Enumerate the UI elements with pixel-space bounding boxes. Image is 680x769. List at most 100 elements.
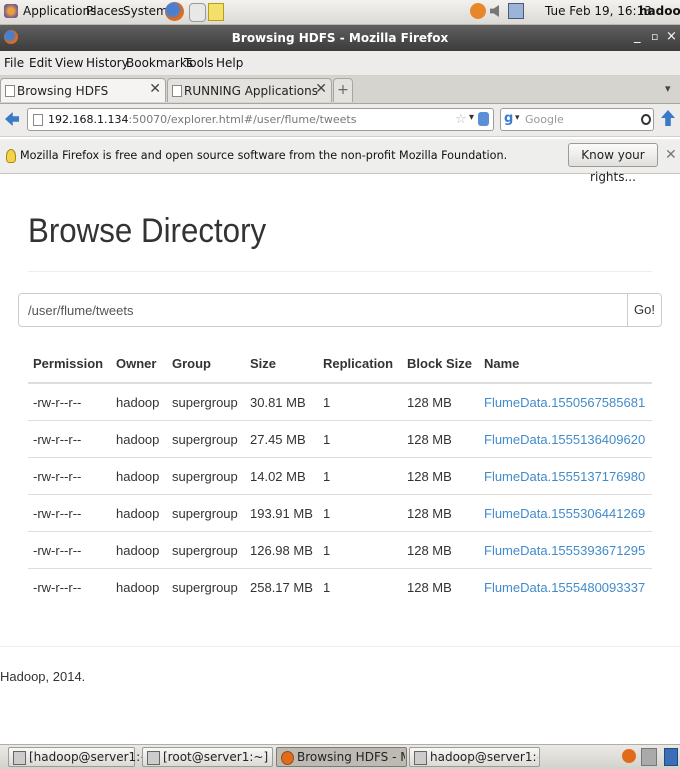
notes-launcher-icon[interactable] <box>208 3 224 21</box>
permission-cell: -rw-r--r-- <box>28 420 111 458</box>
size-cell: 258.17 MB <box>245 568 318 605</box>
replication-cell: 1 <box>318 494 402 532</box>
new-tab-button[interactable]: + <box>333 78 353 102</box>
group-cell: supergroup <box>167 494 245 532</box>
task-label: [root@server1:~] <box>163 750 269 764</box>
directory-listing-table: Permission Owner Group Size Replication … <box>28 345 652 605</box>
firefox-launcher-icon[interactable] <box>165 2 184 21</box>
search-bar[interactable]: g ▾ Google <box>500 108 654 131</box>
top-panel: Applications Places System Tue Feb 19, 1… <box>0 0 680 25</box>
menubar: File Edit View History Bookmarks Tools H… <box>0 51 680 76</box>
taskbar-terminal-root[interactable]: [root@server1:~] <box>142 747 273 767</box>
permission-cell: -rw-r--r-- <box>28 494 111 532</box>
column-size[interactable]: Size <box>245 345 318 384</box>
file-name-link[interactable]: FlumeData.1555480093337 <box>479 568 652 605</box>
table-header-row: Permission Owner Group Size Replication … <box>28 345 652 384</box>
file-name-link[interactable]: FlumeData.1555136409620 <box>479 420 652 458</box>
engine-dropdown-icon[interactable]: ▾ <box>515 113 520 123</box>
file-name-link[interactable]: FlumeData.1555137176980 <box>479 457 652 495</box>
taskbar-terminal-desktop[interactable]: hadoop@server1:~/De... <box>409 747 540 767</box>
workspace-firefox-icon[interactable] <box>622 749 636 763</box>
menu-view[interactable]: View <box>55 56 83 70</box>
column-name[interactable]: Name <box>479 345 652 384</box>
table-row: -rw-r--r-- hadoop supergroup 30.81 MB 1 … <box>28 382 652 421</box>
minimize-icon[interactable]: _ <box>634 29 641 44</box>
size-cell: 27.45 MB <box>245 420 318 458</box>
permission-cell: -rw-r--r-- <box>28 382 111 421</box>
reload-icon[interactable] <box>478 112 489 126</box>
file-name-link[interactable]: FlumeData.1550567585681 <box>479 382 652 421</box>
menu-history[interactable]: History <box>86 56 129 70</box>
file-name-link[interactable]: FlumeData.1555306441269 <box>479 494 652 532</box>
search-icon[interactable] <box>641 114 651 125</box>
mail-launcher-icon[interactable] <box>189 3 206 22</box>
close-notification-icon[interactable]: ✕ <box>665 147 677 163</box>
owner-cell: hadoop <box>111 531 167 569</box>
url-path: :50070/explorer.html#/user/flume/tweets <box>128 113 357 126</box>
replication-cell: 1 <box>318 457 402 495</box>
home-icon[interactable] <box>661 110 675 126</box>
applications-icon <box>4 4 18 18</box>
trash-icon[interactable] <box>664 748 678 766</box>
close-window-icon[interactable]: × <box>666 29 677 44</box>
info-lightbulb-icon <box>6 149 16 163</box>
go-button[interactable]: Go! <box>627 293 662 327</box>
column-permission[interactable]: Permission <box>28 345 111 384</box>
url-dropdown-icon[interactable]: ▾ <box>469 112 474 123</box>
network-icon[interactable] <box>508 3 524 19</box>
menu-file[interactable]: File <box>4 56 24 70</box>
divider <box>28 271 652 272</box>
menu-help[interactable]: Help <box>216 56 243 70</box>
table-row: -rw-r--r-- hadoop supergroup 258.17 MB 1… <box>28 568 652 605</box>
workspace-switcher-icon[interactable] <box>641 748 657 766</box>
group-cell: supergroup <box>167 531 245 569</box>
table-row: -rw-r--r-- hadoop supergroup 126.98 MB 1… <box>28 531 652 569</box>
column-group[interactable]: Group <box>167 345 245 384</box>
column-replication[interactable]: Replication <box>318 345 402 384</box>
back-icon[interactable] <box>5 112 19 126</box>
page-icon <box>5 85 15 97</box>
bookmark-star-icon[interactable]: ☆ <box>455 112 467 127</box>
tab-list-chevron-icon[interactable]: ▾ <box>665 82 671 95</box>
column-block-size[interactable]: Block Size <box>402 345 479 384</box>
group-cell: supergroup <box>167 457 245 495</box>
notification-bar: Mozilla Firefox is free and open source … <box>0 139 680 184</box>
directory-path-input[interactable] <box>18 293 628 327</box>
google-engine-icon[interactable]: g <box>504 111 513 126</box>
know-your-rights-button[interactable]: Know your rights... <box>568 143 658 184</box>
menu-system[interactable]: System <box>123 4 168 18</box>
block-size-cell: 128 MB <box>402 568 479 605</box>
size-cell: 193.91 MB <box>245 494 318 532</box>
menu-edit[interactable]: Edit <box>29 56 52 70</box>
update-notifier-icon[interactable] <box>470 3 486 19</box>
tab-running-applications[interactable]: RUNNING Applications ✕ <box>167 78 332 102</box>
navigation-bar: 192.168.1.134:50070/explorer.html#/user/… <box>0 104 680 137</box>
taskbar-terminal-hadoop[interactable]: [hadoop@server1:~] <box>8 747 155 767</box>
site-identity-icon[interactable] <box>33 114 43 126</box>
menu-bookmarks[interactable]: Bookmarks <box>126 56 193 70</box>
terminal-icon <box>147 751 160 765</box>
menu-tools[interactable]: Tools <box>184 56 214 70</box>
taskbar-firefox[interactable]: Browsing HDFS - Mozil... <box>276 747 407 767</box>
owner-cell: hadoop <box>111 420 167 458</box>
volume-icon[interactable] <box>490 5 499 17</box>
user-name[interactable]: hadoop <box>639 4 680 18</box>
url-bar[interactable]: 192.168.1.134:50070/explorer.html#/user/… <box>27 108 494 131</box>
owner-cell: hadoop <box>111 382 167 421</box>
column-owner[interactable]: Owner <box>111 345 167 384</box>
close-tab-icon[interactable]: ✕ <box>149 81 161 97</box>
table-row: -rw-r--r-- hadoop supergroup 14.02 MB 1 … <box>28 457 652 495</box>
owner-cell: hadoop <box>111 568 167 605</box>
clock[interactable]: Tue Feb 19, 16:13 <box>545 4 652 18</box>
owner-cell: hadoop <box>111 494 167 532</box>
window-titlebar[interactable]: Browsing HDFS - Mozilla Firefox _ ▫ × <box>0 25 680 51</box>
bottom-panel: [hadoop@server1:~] [root@server1:~] Brow… <box>0 744 680 769</box>
file-name-link[interactable]: FlumeData.1555393671295 <box>479 531 652 569</box>
menu-places[interactable]: Places <box>86 4 124 18</box>
tab-browsing-hdfs[interactable]: Browsing HDFS ✕ <box>0 78 166 102</box>
maximize-icon[interactable]: ▫ <box>651 30 658 43</box>
page-icon <box>172 85 182 97</box>
replication-cell: 1 <box>318 531 402 569</box>
page-title: Browse Directory <box>28 212 267 250</box>
close-tab-icon[interactable]: ✕ <box>315 81 327 97</box>
